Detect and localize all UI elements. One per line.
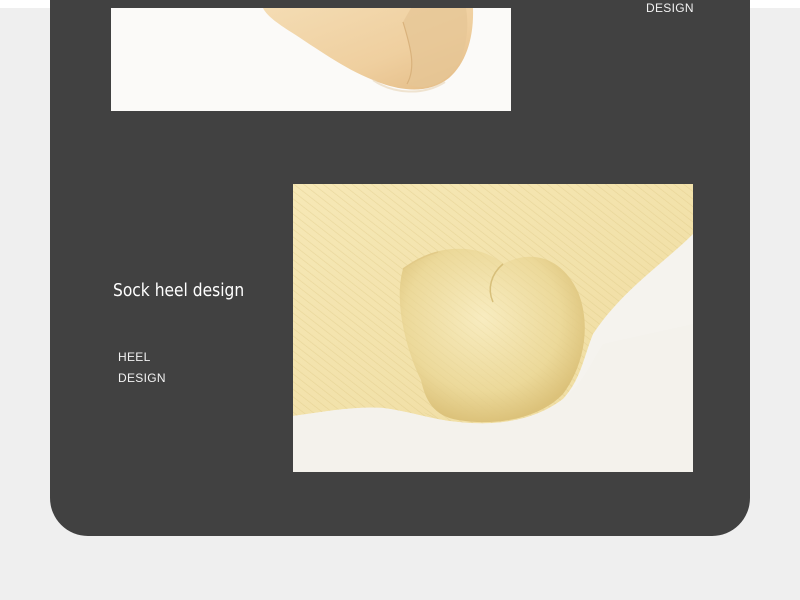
heel-section-title: Sock heel design <box>113 280 245 301</box>
page: DESIGN Sock heel design HEEL DESIGN <box>0 0 800 600</box>
heel-sock-illustration <box>293 184 693 472</box>
toe-caption: DESIGN <box>646 1 694 15</box>
feature-panel: DESIGN Sock heel design HEEL DESIGN <box>50 0 750 536</box>
toe-sock-illustration <box>111 8 511 111</box>
heel-photo <box>293 184 693 472</box>
heel-caption: HEEL DESIGN <box>118 347 166 389</box>
heel-caption-line-1: HEEL <box>118 350 151 364</box>
heel-caption-line-2: DESIGN <box>118 371 166 385</box>
toe-photo <box>111 8 511 111</box>
